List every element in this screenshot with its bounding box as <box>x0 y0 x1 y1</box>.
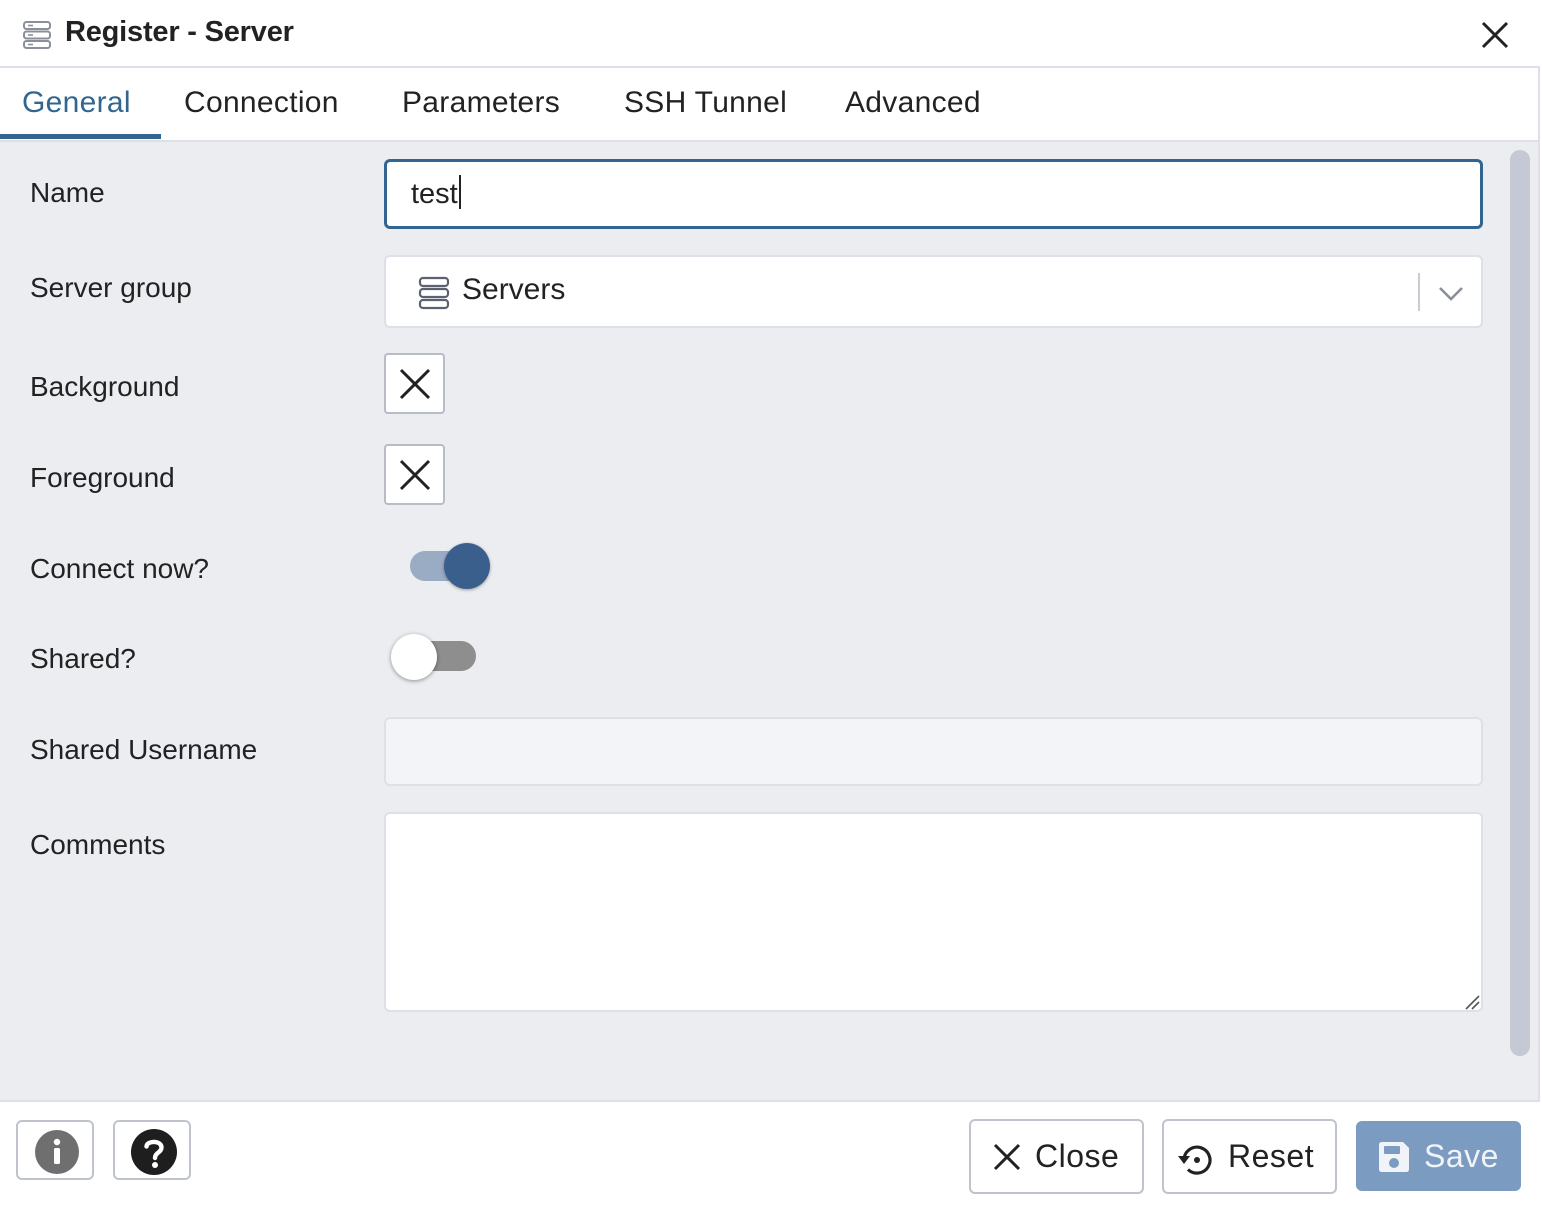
tab-parameters[interactable]: Parameters <box>402 86 560 120</box>
active-tab-indicator <box>0 134 161 139</box>
server-group-icon <box>418 276 450 310</box>
scrollbar-thumb[interactable] <box>1510 150 1530 1056</box>
close-button-label: Close <box>1035 1138 1120 1174</box>
help-icon <box>131 1129 177 1175</box>
save-button[interactable]: Save <box>1356 1121 1521 1191</box>
background-label: Background <box>30 371 180 402</box>
tab-connection[interactable]: Connection <box>184 86 339 120</box>
comments-label: Comments <box>30 829 166 860</box>
text-cursor <box>458 175 461 209</box>
close-icon <box>993 1143 1021 1171</box>
shared-username-label: Shared Username <box>30 734 258 765</box>
toggle-knob[interactable] <box>444 543 490 589</box>
dialog-title: Register - Server <box>65 16 294 48</box>
toggle-knob[interactable] <box>391 634 437 680</box>
reset-icon <box>1178 1145 1212 1175</box>
name-input[interactable]: test <box>384 159 1483 229</box>
name-input-value: test <box>411 178 458 210</box>
server-group-label: Server group <box>30 272 192 303</box>
info-button[interactable] <box>16 1120 94 1180</box>
reset-button-label: Reset <box>1228 1138 1315 1174</box>
clear-color-icon <box>399 459 431 491</box>
help-button[interactable] <box>113 1120 191 1180</box>
register-server-dialog: Register - Server General Connection Par… <box>0 0 1540 1205</box>
foreground-label: Foreground <box>30 462 175 493</box>
shared-label: Shared? <box>30 643 136 674</box>
tab-ssh-tunnel[interactable]: SSH Tunnel <box>624 86 787 120</box>
close-button[interactable]: Close <box>969 1119 1144 1194</box>
dialog-titlebar: Register - Server <box>0 0 1540 68</box>
tab-advanced[interactable]: Advanced <box>845 86 981 120</box>
info-icon <box>35 1130 79 1174</box>
comments-textarea[interactable] <box>384 812 1483 1012</box>
tab-general[interactable]: General <box>22 86 131 120</box>
server-group-value: Servers <box>462 273 566 306</box>
shared-username-input <box>384 717 1483 786</box>
save-button-label: Save <box>1424 1138 1499 1174</box>
chevron-down-icon[interactable] <box>1436 281 1466 305</box>
name-label: Name <box>30 177 105 208</box>
foreground-color-picker[interactable] <box>384 444 445 505</box>
close-icon[interactable] <box>1476 16 1514 54</box>
connect-now-label: Connect now? <box>30 553 210 584</box>
server-group-select[interactable]: Servers <box>384 255 1483 328</box>
server-group-icon <box>23 21 51 49</box>
background-color-picker[interactable] <box>384 353 445 414</box>
select-separator <box>1418 273 1420 311</box>
clear-color-icon <box>399 368 431 400</box>
reset-button[interactable]: Reset <box>1162 1119 1337 1194</box>
tab-bar: General Connection Parameters SSH Tunnel… <box>0 70 1538 142</box>
save-icon <box>1379 1142 1409 1172</box>
resize-grip-icon[interactable] <box>1462 992 1480 1010</box>
